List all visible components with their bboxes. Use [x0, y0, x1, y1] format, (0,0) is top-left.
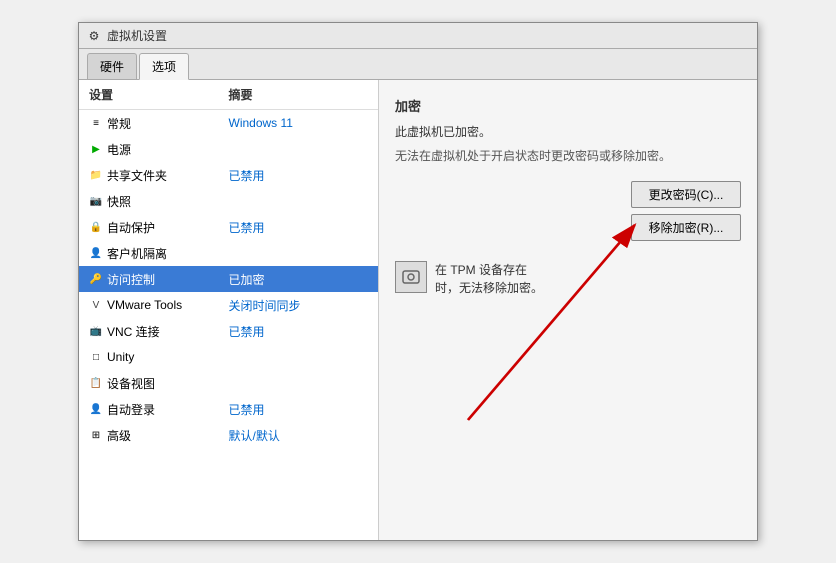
general-icon: ≡ — [89, 116, 103, 130]
device-view-icon: 📋 — [89, 376, 103, 390]
main-window: ⚙ 虚拟机设置 硬件 选项 设置 摘要 ≡ 常规 Windows 11 ▶ 电源 📁 共享文… — [78, 22, 758, 541]
shared-folders-summary: 已禁用 — [229, 167, 369, 184]
vmware-tools-summary: 关闭时间同步 — [229, 297, 369, 314]
list-item-advanced[interactable]: ⊞ 高级 默认/默认 — [79, 422, 378, 448]
list-item-vnc[interactable]: 📺 VNC 连接 已禁用 — [79, 318, 378, 344]
list-item-auto-protect[interactable]: 🔒 自动保护 已禁用 — [79, 214, 378, 240]
access-control-icon: 🔑 — [89, 272, 103, 286]
vmware-tools-label: VMware Tools — [107, 298, 182, 312]
snapshot-icon: 📷 — [89, 194, 103, 208]
guest-isolation-icon: 👤 — [89, 246, 103, 260]
remove-encryption-button[interactable]: 移除加密(R)... — [631, 214, 741, 241]
shared-folders-icon: 📁 — [89, 168, 103, 182]
auto-protect-label: 自动保护 — [107, 219, 155, 236]
access-control-label: 访问控制 — [107, 271, 155, 288]
list-item-unity[interactable]: □ Unity — [79, 344, 378, 370]
list-item-snapshot[interactable]: 📷 快照 — [79, 188, 378, 214]
list-item-general[interactable]: ≡ 常规 Windows 11 — [79, 110, 378, 136]
button-row: 更改密码(C)... 移除加密(R)... — [395, 181, 741, 241]
unity-label: Unity — [107, 350, 134, 364]
list-item-vmware-tools[interactable]: V VMware Tools 关闭时间同步 — [79, 292, 378, 318]
device-view-label: 设备视图 — [107, 375, 155, 392]
vmware-tools-icon: V — [89, 298, 103, 312]
title-bar: ⚙ 虚拟机设置 — [79, 23, 757, 49]
shared-folders-label: 共享文件夹 — [107, 167, 167, 184]
auto-login-summary: 已禁用 — [229, 401, 369, 418]
tpm-icon — [395, 261, 427, 293]
right-panel: 加密 此虚拟机已加密。 无法在虚拟机处于开启状态时更改密码或移除加密。 更改密码… — [379, 80, 757, 540]
window-title: 虚拟机设置 — [107, 27, 167, 44]
list-item-auto-login[interactable]: 👤 自动登录 已禁用 — [79, 396, 378, 422]
col-setting: 设置 — [89, 86, 229, 103]
list-item-guest-isolation[interactable]: 👤 客户机隔离 — [79, 240, 378, 266]
list-item-device-view[interactable]: 📋 设备视图 — [79, 370, 378, 396]
access-control-summary: 已加密 — [229, 271, 369, 288]
vnc-summary: 已禁用 — [229, 323, 369, 340]
list-item-power[interactable]: ▶ 电源 — [79, 136, 378, 162]
tpm-text: 在 TPM 设备存在 时，无法移除加密。 — [435, 261, 543, 297]
content-area: 设置 摘要 ≡常规Windows 11▶电源📁共享文件夹已禁用📷快照🔒自动保护已… — [79, 80, 757, 540]
power-icon: ▶ — [89, 142, 103, 156]
general-summary: Windows 11 — [229, 116, 369, 130]
advanced-icon: ⊞ — [89, 428, 103, 442]
change-password-button[interactable]: 更改密码(C)... — [631, 181, 741, 208]
vnc-icon: 📺 — [89, 324, 103, 338]
tab-hardware[interactable]: 硬件 — [87, 53, 137, 79]
section-note: 无法在虚拟机处于开启状态时更改密码或移除加密。 — [395, 147, 741, 165]
auto-login-label: 自动登录 — [107, 401, 155, 418]
list-item-access-control[interactable]: 🔑 访问控制 已加密 — [79, 266, 378, 292]
list-item-shared-folders[interactable]: 📁 共享文件夹 已禁用 — [79, 162, 378, 188]
snapshot-label: 快照 — [107, 193, 131, 210]
auto-login-icon: 👤 — [89, 402, 103, 416]
col-summary: 摘要 — [229, 86, 369, 103]
power-label: 电源 — [107, 141, 131, 158]
tab-bar: 硬件 选项 — [79, 49, 757, 80]
guest-isolation-label: 客户机隔离 — [107, 245, 167, 262]
list-header: 设置 摘要 — [79, 80, 378, 110]
auto-protect-summary: 已禁用 — [229, 219, 369, 236]
vnc-label: VNC 连接 — [107, 323, 160, 340]
settings-list: 设置 摘要 ≡常规Windows 11▶电源📁共享文件夹已禁用📷快照🔒自动保护已… — [79, 80, 379, 540]
section-desc: 此虚拟机已加密。 — [395, 123, 741, 141]
advanced-label: 高级 — [107, 427, 131, 444]
title-icon: ⚙ — [87, 29, 101, 43]
general-label: 常规 — [107, 115, 131, 132]
tpm-info: 在 TPM 设备存在 时，无法移除加密。 — [395, 261, 741, 297]
auto-protect-icon: 🔒 — [89, 220, 103, 234]
tab-options[interactable]: 选项 — [139, 53, 189, 80]
section-title: 加密 — [395, 96, 741, 115]
unity-icon: □ — [89, 350, 103, 364]
advanced-summary: 默认/默认 — [229, 427, 369, 444]
